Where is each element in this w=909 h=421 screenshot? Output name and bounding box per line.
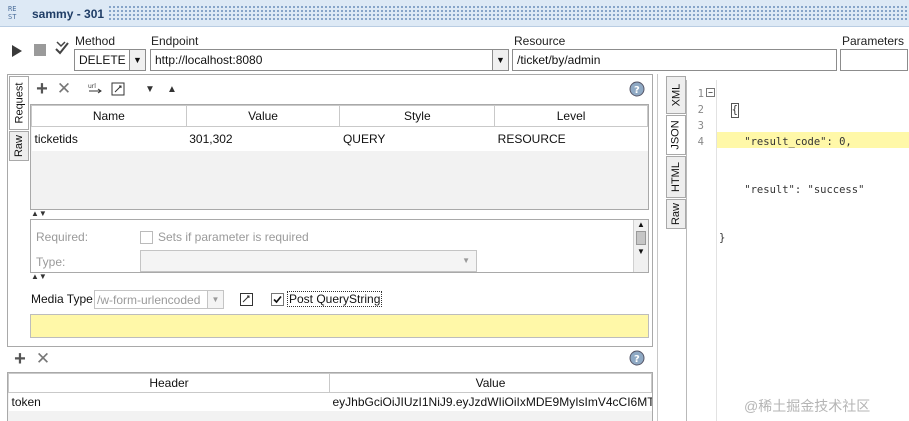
method-select[interactable]: DELETE ▼ xyxy=(74,49,146,71)
tab-request[interactable]: Request xyxy=(9,76,29,130)
resource-input[interactable]: /ticket/by/admin xyxy=(512,49,837,71)
title-bar xyxy=(0,0,909,27)
parameters-input[interactable] xyxy=(840,49,908,71)
scroll-down-icon[interactable]: ▼ xyxy=(634,247,648,256)
line-numbers: 1 2 3 4 xyxy=(697,88,704,148)
svg-text:?: ? xyxy=(634,85,640,96)
type-label: Type: xyxy=(36,255,66,269)
scroll-up-icon[interactable]: ▲ xyxy=(634,220,648,229)
url-icon[interactable]: url xyxy=(87,81,105,97)
headers-table-container: Header Value token eyJhbGciOiJIUzI1NiJ9.… xyxy=(7,372,653,421)
svg-text:url: url xyxy=(88,83,96,90)
param-name[interactable]: ticketids xyxy=(32,127,187,151)
method-label: Method xyxy=(75,34,116,48)
add-icon[interactable]: + xyxy=(34,78,50,100)
parameters-label: Parameters xyxy=(842,34,905,48)
help-icon[interactable]: ? xyxy=(629,81,645,97)
request-body-editor[interactable] xyxy=(30,314,649,338)
title-bar-pattern xyxy=(108,5,907,22)
col-name[interactable]: Name xyxy=(31,105,187,127)
rest-logo: RE ST xyxy=(8,5,17,21)
required-checkbox-label: Sets if parameter is required xyxy=(158,230,309,244)
method-value: DELETE xyxy=(79,53,126,67)
table-row[interactable]: token eyJhbGciOiJIUzI1NiJ9.eyJzdWIiOiIxM… xyxy=(8,392,652,411)
resource-value: /ticket/by/admin xyxy=(517,53,601,67)
params-table-container: Name Value Style Level ticketids 301,302… xyxy=(30,104,649,210)
required-label: Required: xyxy=(36,230,89,244)
post-querystring-option[interactable]: Post QueryString xyxy=(271,291,383,307)
param-style[interactable]: QUERY xyxy=(340,127,495,151)
move-up-icon[interactable]: ▲ xyxy=(166,82,178,96)
tab-xml[interactable]: XML xyxy=(666,76,686,114)
media-type-select[interactable]: /w-form-urlencoded ▼ xyxy=(94,290,224,309)
add-header-icon[interactable]: + xyxy=(12,348,28,370)
options-icon[interactable] xyxy=(54,40,70,58)
media-type-value: /w-form-urlencoded xyxy=(97,293,201,307)
table-row[interactable]: ticketids 301,302 QUERY RESOURCE xyxy=(31,126,648,151)
run-icon[interactable] xyxy=(10,42,24,60)
endpoint-input[interactable]: http://localhost:8080 ▼ xyxy=(150,49,509,71)
header-value[interactable]: eyJhbGciOiJIUzI1NiJ9.eyJzdWIiOiIxMDE9MyI… xyxy=(330,393,652,411)
details-scrollbar[interactable]: ▲ ▼ xyxy=(633,220,648,272)
headers-table: Header Value token eyJhbGciOiJIUzI1NiJ9.… xyxy=(8,373,652,411)
chevron-down-icon[interactable]: ▼ xyxy=(462,256,470,265)
tab-raw-request[interactable]: Raw xyxy=(9,131,29,161)
chevron-down-icon[interactable]: ▼ xyxy=(129,50,145,70)
stop-icon[interactable] xyxy=(33,43,47,57)
splitter-handle[interactable]: ▲▼ xyxy=(31,272,47,281)
col-value[interactable]: Value xyxy=(185,105,341,127)
col-header-value[interactable]: Value xyxy=(329,373,652,393)
tab-html[interactable]: HTML xyxy=(666,156,686,198)
move-down-icon[interactable]: ▼ xyxy=(144,82,156,96)
splitter-handle[interactable]: ▲▼ xyxy=(31,209,47,218)
tab-raw-response[interactable]: Raw xyxy=(666,199,686,229)
edit-icon[interactable] xyxy=(110,81,126,97)
chevron-down-icon[interactable]: ▼ xyxy=(492,50,508,70)
col-level[interactable]: Level xyxy=(494,105,648,127)
type-select[interactable]: ▼ xyxy=(140,250,477,272)
post-querystring-label: Post QueryString xyxy=(287,291,383,307)
help-icon[interactable]: ? xyxy=(629,350,645,366)
header-name[interactable]: token xyxy=(9,393,330,411)
param-value[interactable]: 301,302 xyxy=(186,127,340,151)
required-option[interactable]: Sets if parameter is required xyxy=(140,230,309,244)
chevron-down-icon[interactable]: ▼ xyxy=(207,291,223,308)
response-border xyxy=(686,80,687,421)
media-type-label: Media Type xyxy=(31,292,93,306)
scroll-thumb[interactable] xyxy=(636,231,646,245)
col-header[interactable]: Header xyxy=(8,373,330,393)
fold-icon[interactable]: − xyxy=(706,88,715,97)
col-style[interactable]: Style xyxy=(339,105,496,127)
response-json: { "result_code": 0, "result": "success" … xyxy=(719,103,865,244)
tab-json[interactable]: JSON xyxy=(666,115,686,155)
watermark: @稀土掘金技术社区 xyxy=(744,398,871,414)
endpoint-value: http://localhost:8080 xyxy=(155,53,263,67)
window-title: sammy - 301 xyxy=(32,7,105,21)
edit-media-icon[interactable] xyxy=(238,291,254,307)
params-table: Name Value Style Level ticketids 301,302… xyxy=(31,105,648,151)
endpoint-label: Endpoint xyxy=(151,34,199,48)
delete-header-icon[interactable]: ✕ xyxy=(35,349,51,368)
svg-text:?: ? xyxy=(634,354,640,365)
delete-icon[interactable]: ✕ xyxy=(56,79,72,98)
param-level[interactable]: RESOURCE xyxy=(495,127,648,151)
required-checkbox[interactable] xyxy=(140,230,153,244)
resource-label: Resource xyxy=(514,34,566,48)
panel-divider[interactable] xyxy=(657,74,658,421)
post-querystring-checkbox[interactable] xyxy=(271,292,284,306)
